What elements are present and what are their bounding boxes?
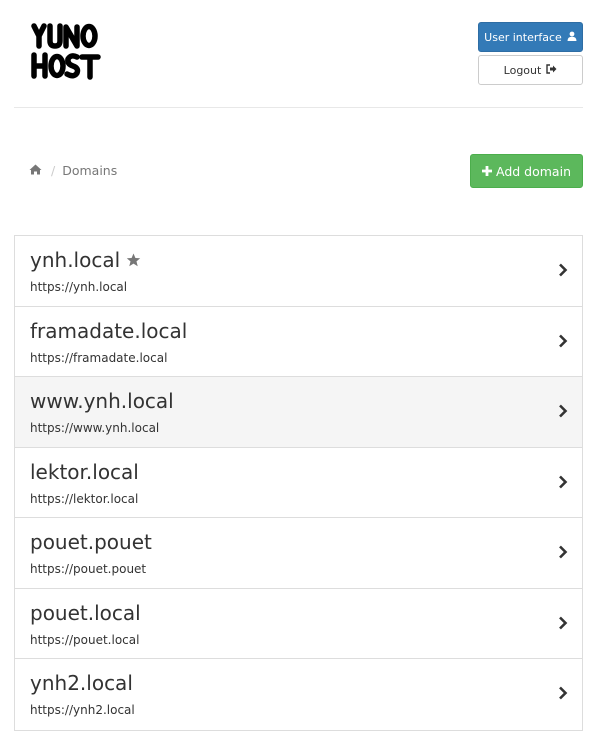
domain-item[interactable]: www.ynh.local https://www.ynh.local [15, 377, 582, 448]
user-icon [567, 31, 577, 44]
header-divider [14, 107, 583, 108]
user-interface-label: User interface [484, 30, 562, 44]
chevron-right-icon [559, 334, 568, 347]
domain-url: https://ynh2.local [30, 703, 135, 717]
domain-item[interactable]: pouet.local https://pouet.local [15, 588, 582, 659]
chevron-right-icon [559, 404, 568, 418]
user-interface-button[interactable]: User interface [478, 22, 583, 52]
domain-name: ynh.local [30, 248, 121, 272]
yunohost-logo [31, 22, 101, 82]
domain-name: lektor.local [30, 459, 139, 484]
logout-button[interactable]: Logout [478, 55, 583, 85]
domain-list: ynh.local https://ynh.local framadate.lo… [14, 235, 583, 731]
domain-name-row: ynh.local [30, 248, 141, 272]
domain-item[interactable]: ynh2.local https://ynh2.local [15, 659, 582, 730]
domain-name-row: lektor.local [30, 460, 139, 484]
domain-url: https://ynh.local [30, 280, 128, 294]
breadcrumb: / Domains [29, 163, 117, 178]
domain-url: https://www.ynh.local [30, 421, 160, 435]
domain-item[interactable]: framadate.local https://framadate.local [15, 306, 582, 377]
star-icon [126, 248, 141, 272]
breadcrumb-separator: / [51, 163, 56, 178]
domain-item[interactable]: pouet.pouet https://pouet.pouet [15, 518, 582, 589]
domain-name-row: pouet.pouet [30, 530, 152, 554]
domain-item[interactable]: ynh.local https://ynh.local [15, 236, 582, 307]
plus-icon [482, 164, 492, 179]
add-domain-label: Add domain [496, 163, 571, 179]
domain-name: ynh2.local [30, 671, 133, 695]
chevron-right-icon [559, 686, 568, 700]
home-icon[interactable] [29, 163, 42, 178]
sign-out-icon [546, 63, 557, 77]
domain-name-row: pouet.local [30, 601, 141, 625]
domain-url: https://pouet.local [30, 632, 140, 647]
domain-name: framadate.local [30, 318, 188, 343]
domain-name-row: framadate.local [30, 319, 187, 343]
chevron-right-icon [559, 263, 568, 277]
domain-name: pouet.pouet [30, 530, 152, 554]
domain-url: https://pouet.pouet [30, 562, 147, 576]
domain-name: pouet.local [30, 600, 141, 625]
domain-name-row: ynh2.local [30, 671, 133, 695]
add-domain-button[interactable]: Add domain [470, 154, 583, 188]
logout-label: Logout [503, 63, 542, 77]
domain-item[interactable]: lektor.local https://lektor.local [15, 447, 582, 518]
domain-url: https://lektor.local [30, 491, 139, 506]
domain-name-row: www.ynh.local [30, 389, 174, 413]
chevron-right-icon [559, 616, 568, 629]
domain-url: https://framadate.local [30, 350, 168, 365]
domain-name: www.ynh.local [30, 389, 174, 413]
chevron-right-icon [559, 475, 568, 488]
chevron-right-icon [559, 545, 568, 559]
breadcrumb-current: Domains [62, 163, 118, 178]
